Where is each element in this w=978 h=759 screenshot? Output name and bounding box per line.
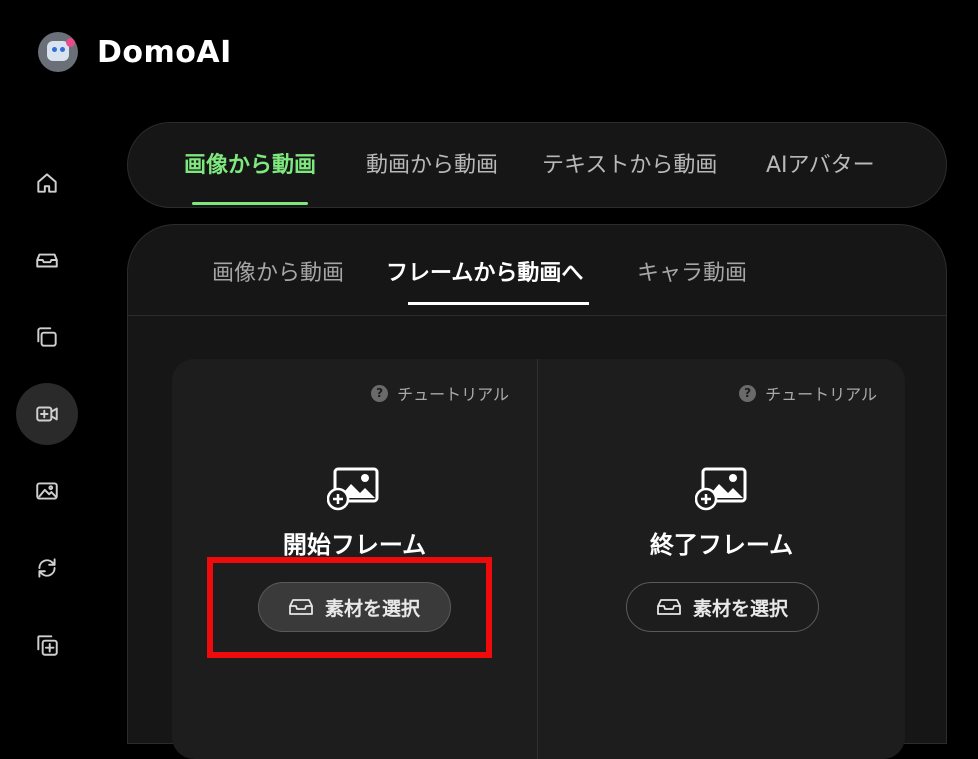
tab-label: 動画から動画 [366, 153, 499, 178]
sidebar-item-convert[interactable] [16, 537, 78, 599]
sidebar-item-video[interactable] [16, 383, 78, 445]
video-add-icon [36, 406, 58, 422]
subtab-label: キャラ動画 [637, 261, 748, 286]
button-label: 素材を選択 [692, 597, 788, 620]
tab-label: 画像から動画 [184, 153, 317, 178]
select-material-button[interactable]: 素材を選択 [626, 582, 819, 632]
end-frame-title: 終了フレーム [649, 531, 794, 559]
subtab-label: 画像から動画 [212, 261, 345, 286]
active-tab-underline [192, 202, 309, 205]
sidebar-item-home[interactable] [16, 152, 78, 214]
tab-label: AIアバター [766, 153, 875, 178]
tab-label: テキストから動画 [542, 153, 718, 178]
layers-add-icon [37, 635, 58, 656]
tutorial-label: チュートリアル [397, 385, 509, 404]
highlight-box [207, 557, 492, 658]
subtab-label: フレームから動画へ [386, 261, 584, 286]
tab-text-to-video[interactable]: テキストから動画 [542, 123, 717, 209]
inbox-icon [657, 599, 681, 615]
domoai-logo [38, 32, 78, 72]
refresh-icon [38, 558, 56, 578]
tutorial-label: チュートリアル [765, 385, 877, 404]
active-subtab-underline [408, 302, 590, 305]
tutorial-link[interactable]: ? チュートリアル [739, 381, 877, 405]
help-icon: ? [371, 384, 389, 402]
brand-name: DomoAI [97, 34, 232, 70]
divider [128, 315, 946, 316]
copy-icon [37, 327, 57, 347]
tutorial-link[interactable]: ? チュートリアル [371, 381, 509, 405]
main-panel: 画像から動画 フレームから動画へ キャラ動画 ? チュートリアル 開始フレーム … [127, 224, 947, 759]
tab-image-to-video[interactable]: 画像から動画 [184, 123, 316, 209]
end-frame-card[interactable]: ? チュートリアル 終了フレーム 素材を選択 [538, 359, 905, 759]
sidebar-item-gallery[interactable] [16, 306, 78, 368]
sidebar-item-inbox[interactable] [16, 229, 78, 291]
subtab-character-video[interactable]: キャラ動画 [637, 255, 747, 287]
inbox-icon [36, 253, 58, 268]
add-image-icon [326, 467, 379, 515]
sidebar-item-layers[interactable] [16, 614, 78, 676]
subtab-image-to-video[interactable]: 画像から動画 [212, 255, 344, 287]
home-icon [37, 173, 57, 193]
sidebar-item-image[interactable] [16, 460, 78, 522]
image-icon [36, 482, 58, 500]
tab-ai-avatar[interactable]: AIアバター [766, 123, 875, 209]
subtab-frames-to-video[interactable]: フレームから動画へ [386, 255, 590, 305]
mode-tabs: 画像から動画 動画から動画 テキストから動画 AIアバター [127, 122, 947, 208]
tab-video-to-video[interactable]: 動画から動画 [366, 123, 498, 209]
start-frame-title: 開始フレーム [282, 531, 427, 559]
help-icon: ? [739, 384, 757, 402]
brand[interactable]: DomoAI [38, 30, 232, 74]
add-image-icon [694, 467, 747, 515]
